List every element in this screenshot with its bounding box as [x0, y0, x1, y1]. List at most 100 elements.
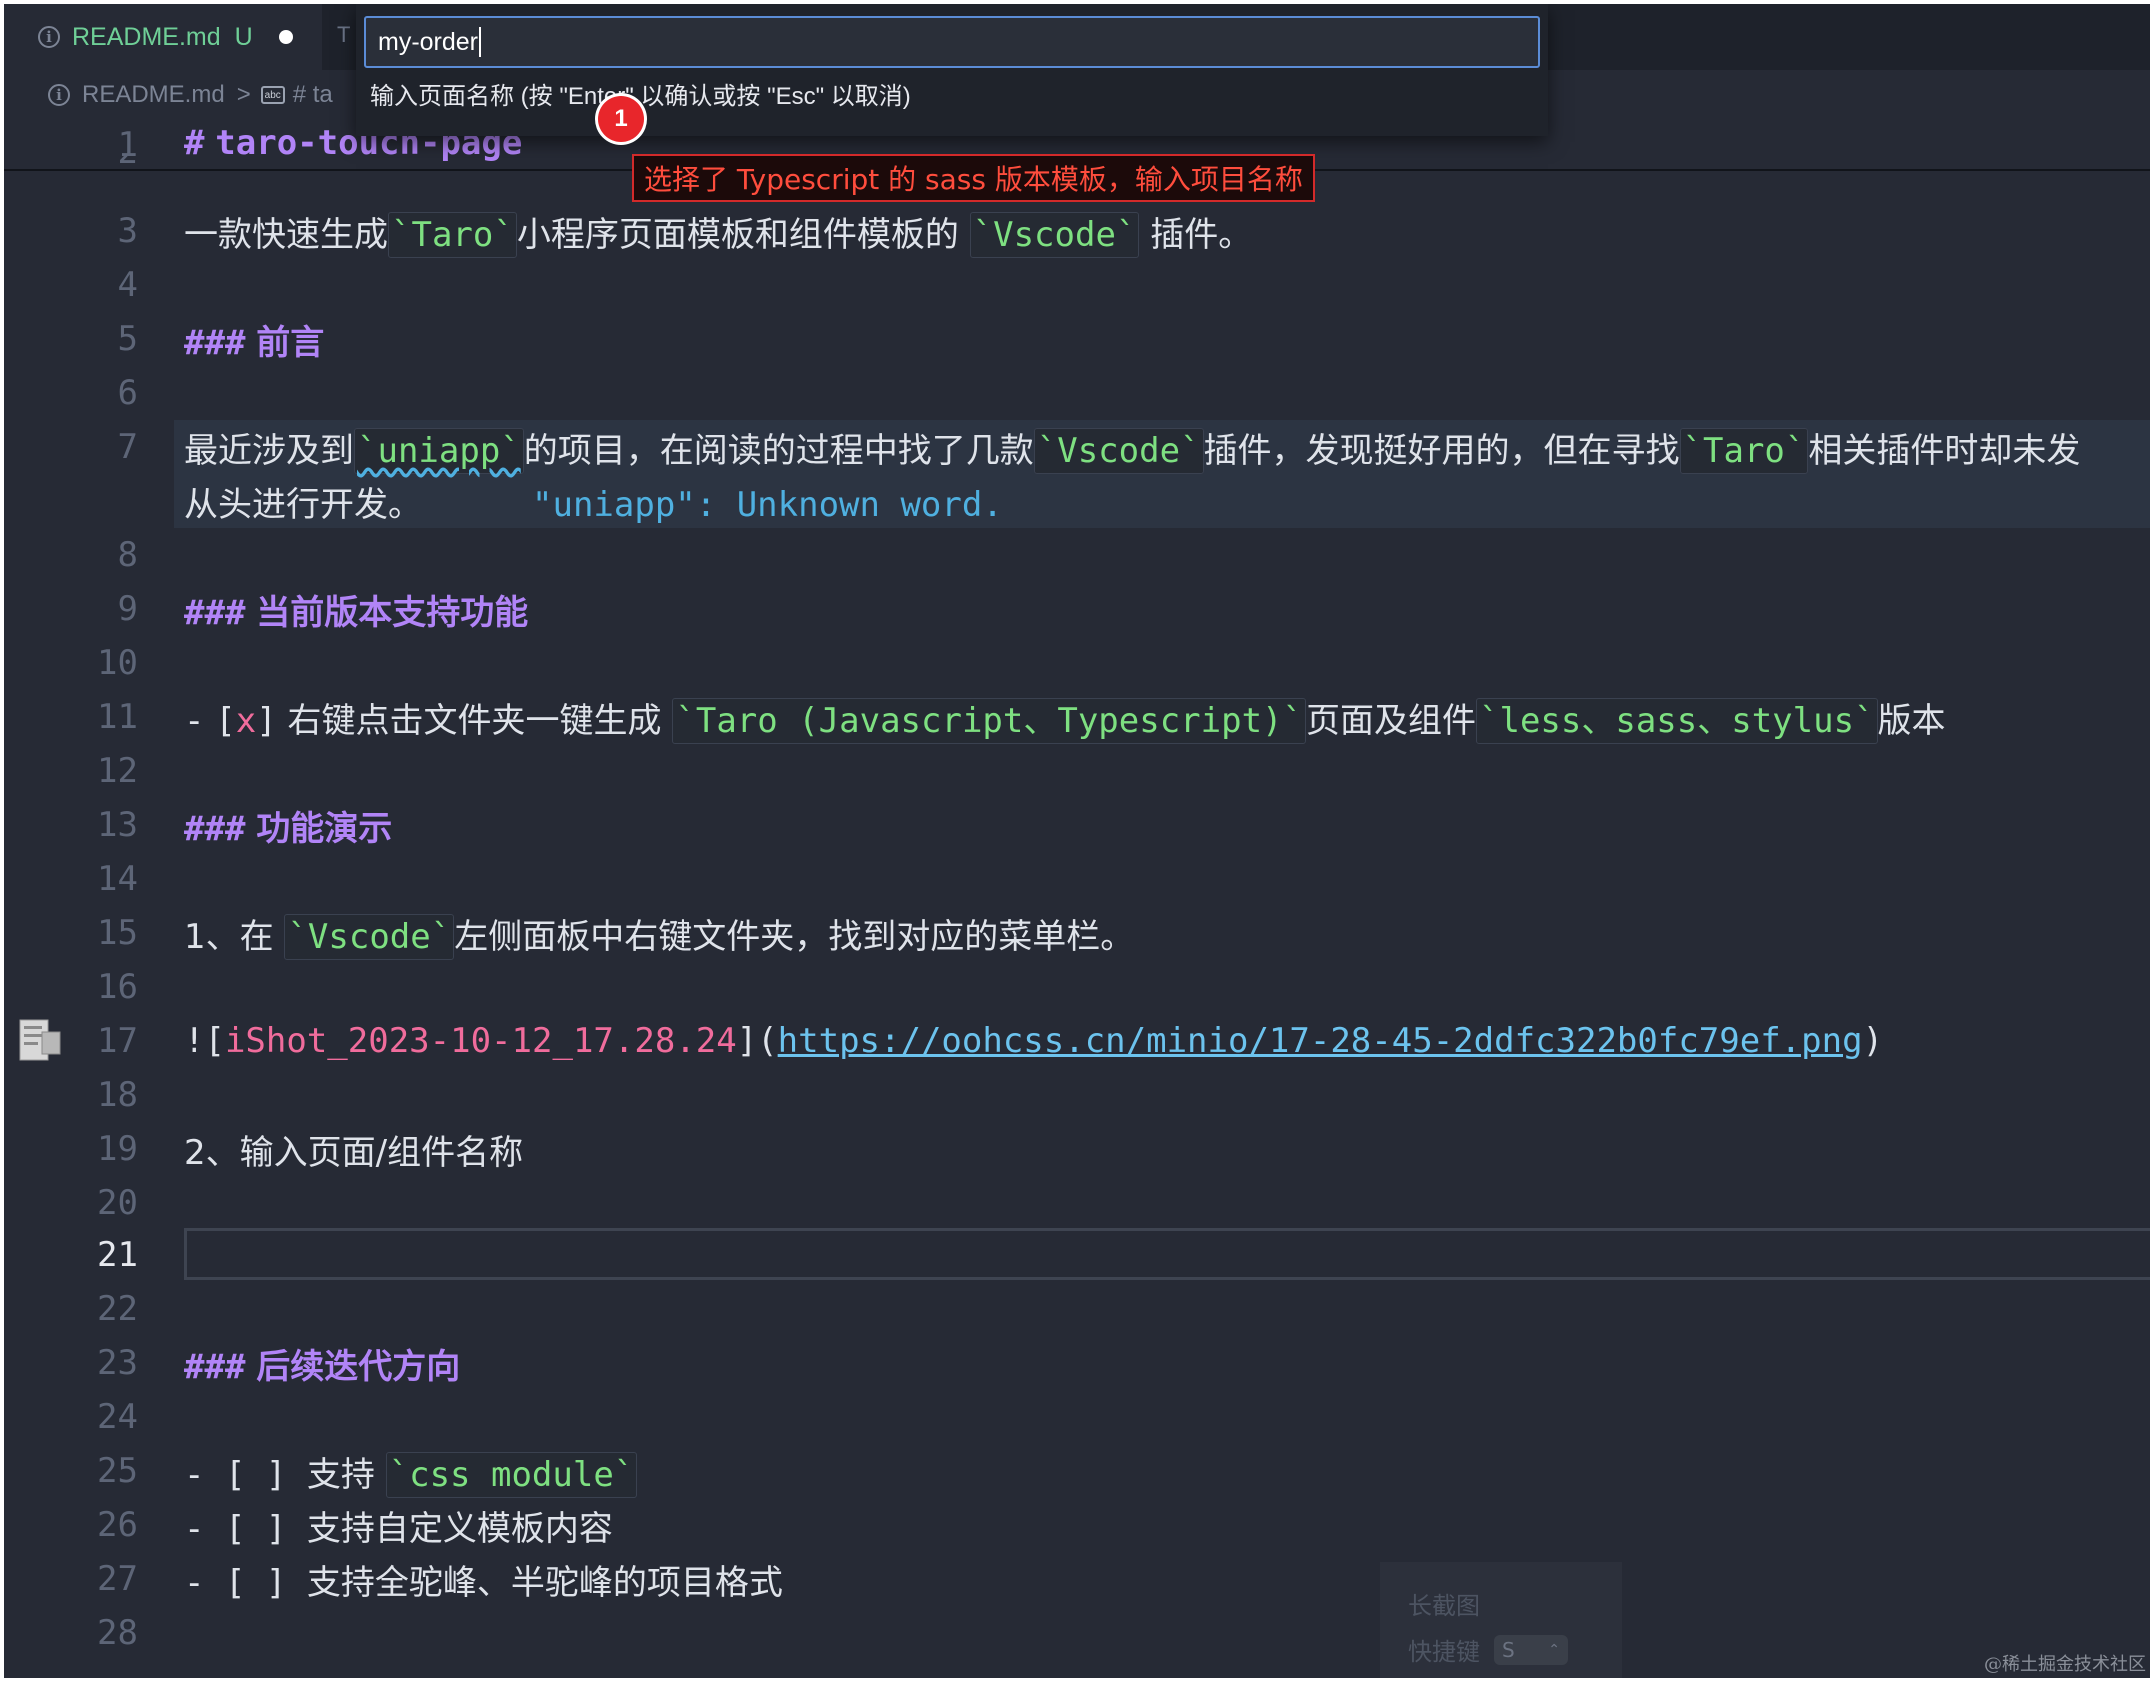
untracked-badge: U: [234, 22, 253, 51]
editor-line[interactable]: 10: [4, 636, 2150, 690]
image-url-link[interactable]: https://oohcss.cn/minio/17-28-45-2ddfc32…: [778, 1021, 1863, 1061]
editor-line[interactable]: 27 - [ ] 支持全驼峰、半驼峰的项目格式: [4, 1552, 2150, 1606]
watermark: @稀土掘金技术社区: [1984, 1654, 2146, 1675]
editor-line[interactable]: 22: [4, 1282, 2150, 1336]
text-run: 版本: [1877, 700, 1946, 741]
editor-window: 1 # taro-touch-page 2 3 一款快速生成`Taro`小程序页…: [4, 4, 2150, 1678]
inline-code: `less、sass、stylus`: [1476, 697, 1878, 744]
heading-text: 后续迭代方向: [256, 1346, 461, 1387]
line-number: 24: [97, 1397, 138, 1437]
editor-line[interactable]: 4: [4, 258, 2150, 312]
text-run: 1、在: [184, 916, 285, 957]
line-number: 11: [97, 697, 138, 737]
line-number: 2: [44, 154, 138, 170]
editor-line[interactable]: 11 - [x] 右键点击文件夹一键生成 `Taro (Javascript、T…: [4, 690, 2150, 744]
editor-line[interactable]: 25 - [ ] 支持 `css module`: [4, 1444, 2150, 1498]
heading-mark: ###: [184, 322, 246, 363]
editor-line[interactable]: 3 一款快速生成`Taro`小程序页面模板和组件模板的 `Vscode` 插件。: [4, 204, 2150, 258]
editor-line[interactable]: 6: [4, 366, 2150, 420]
line-number: 26: [97, 1505, 138, 1545]
page-name-input[interactable]: my-order: [364, 16, 1540, 68]
editor-line[interactable]: 16: [4, 960, 2150, 1014]
tab-title: README.md: [72, 22, 221, 51]
updown-chevron-icon: ⌃: [1548, 1641, 1560, 1658]
task-prefix: - [ ]: [184, 1454, 307, 1495]
line-number: 6: [117, 373, 138, 413]
inline-code: `Taro (Javascript、Typescript)`: [672, 697, 1306, 744]
editor-line[interactable]: 14: [4, 852, 2150, 906]
editor-line[interactable]: 28: [4, 1606, 2150, 1660]
image-syntax-open: ![: [184, 1021, 225, 1061]
line-number: 12: [97, 751, 138, 791]
text-run: 右键点击文件夹一键生成: [276, 700, 673, 741]
shortcut-key-select[interactable]: S ⌃: [1494, 1634, 1568, 1665]
task-prefix: - [ ]: [184, 1508, 307, 1549]
text-run: 小程序页面模板和组件模板的: [516, 214, 970, 255]
heading-text: 当前版本支持功能: [256, 592, 529, 633]
tab-readme[interactable]: i README.md U: [4, 4, 322, 70]
checkbox-close: ]: [256, 700, 277, 741]
breadcrumb-file[interactable]: README.md: [82, 81, 225, 109]
string-symbol-icon: abc: [260, 86, 285, 104]
inline-code: `Vscode`: [1033, 427, 1204, 474]
editor-line[interactable]: 23 ### 后续迭代方向: [4, 1336, 2150, 1390]
heading-mark: ###: [184, 1346, 246, 1387]
text-run: 的项目，在阅读的过程中找了几款: [523, 430, 1034, 471]
image-preview-icon[interactable]: [18, 1016, 64, 1064]
line-number: 23: [97, 1343, 138, 1383]
line-number: 3: [117, 211, 138, 251]
input-value: my-order: [378, 27, 479, 56]
tab-second[interactable]: T: [337, 22, 350, 48]
inline-code: `Taro`: [388, 211, 517, 258]
long-screenshot-label[interactable]: 长截图: [1408, 1586, 1480, 1621]
line-number: 18: [97, 1075, 138, 1115]
image-alt-text: iShot_2023-10-12_17.28.24: [224, 1021, 737, 1061]
editor-line[interactable]: 5 ### 前言: [4, 312, 2150, 366]
list-dash: -: [184, 700, 205, 741]
text-editor[interactable]: 1 # taro-touch-page 2 3 一款快速生成`Taro`小程序页…: [4, 4, 2150, 1678]
line-number: 25: [97, 1451, 138, 1491]
text-run: 支持自定义模板内容: [306, 1508, 613, 1549]
editor-line[interactable]: 13 ### 功能演示: [4, 798, 2150, 852]
heading-mark: ###: [184, 592, 246, 633]
editor-line[interactable]: 20: [4, 1176, 2150, 1230]
editor-line[interactable]: 18: [4, 1068, 2150, 1122]
image-syntax-close: ): [1862, 1021, 1884, 1061]
line-number: 5: [117, 319, 138, 359]
quick-input-widget: my-order 输入页面名称 (按 "Enter" 以确认或按 "Esc" 以…: [356, 4, 1548, 136]
editor-line-current[interactable]: 21: [4, 1228, 2150, 1282]
editor-line[interactable]: 17 ![iShot_2023-10-12_17.28.24](https://…: [4, 1014, 2150, 1068]
line-number: 20: [97, 1183, 138, 1223]
line-number: 13: [97, 805, 138, 845]
shortcut-key-value: S: [1502, 1637, 1515, 1662]
editor-line[interactable]: 26 - [ ] 支持自定义模板内容: [4, 1498, 2150, 1552]
breadcrumb-symbol[interactable]: # ta: [293, 81, 333, 109]
editor-line[interactable]: 12: [4, 744, 2150, 798]
line-number: 4: [117, 265, 138, 305]
editor-line[interactable]: 7 最近涉及到`uniapp`的项目，在阅读的过程中找了几款`Vscode`插件…: [4, 420, 2150, 474]
text-run: 从头进行开发。: [184, 484, 422, 525]
editor-line-wrap[interactable]: 从头进行开发。 "uniapp": Unknown word.: [4, 474, 2150, 528]
inline-code: `Vscode`: [969, 211, 1140, 258]
editor-line[interactable]: 15 1、在 `Vscode`左侧面板中右键文件夹，找到对应的菜单栏。: [4, 906, 2150, 960]
inline-code: `uniapp`: [354, 427, 524, 474]
line-number: 28: [97, 1613, 138, 1653]
editor-line[interactable]: 19 2、输入页面/组件名称: [4, 1122, 2150, 1176]
shortcut-label: 快捷键: [1408, 1638, 1480, 1666]
heading-text: 功能演示: [256, 808, 393, 849]
line-number: 10: [97, 643, 138, 683]
editor-line[interactable]: 8: [4, 528, 2150, 582]
text-run: 支持: [306, 1454, 386, 1495]
editor-line[interactable]: 9 ### 当前版本支持功能: [4, 582, 2150, 636]
editor-line[interactable]: 24: [4, 1390, 2150, 1444]
unsaved-dot-icon[interactable]: [278, 30, 293, 44]
checkbox-mark: x: [235, 700, 257, 741]
text-run: 一款快速生成: [184, 214, 388, 255]
text-run: 2、输入页面/组件名称: [184, 1132, 524, 1173]
text-run: 左侧面板中右键文件夹，找到对应的菜单栏。: [454, 916, 1135, 957]
screenshot-tool-overlay: 长截图 快捷键 S ⌃: [1380, 1562, 1622, 1678]
inline-code: `Taro`: [1679, 427, 1809, 474]
text-run: 插件。: [1139, 214, 1253, 255]
text-run: 插件，发现挺好用的，但在寻找: [1203, 430, 1680, 471]
line-number: 16: [97, 967, 138, 1007]
